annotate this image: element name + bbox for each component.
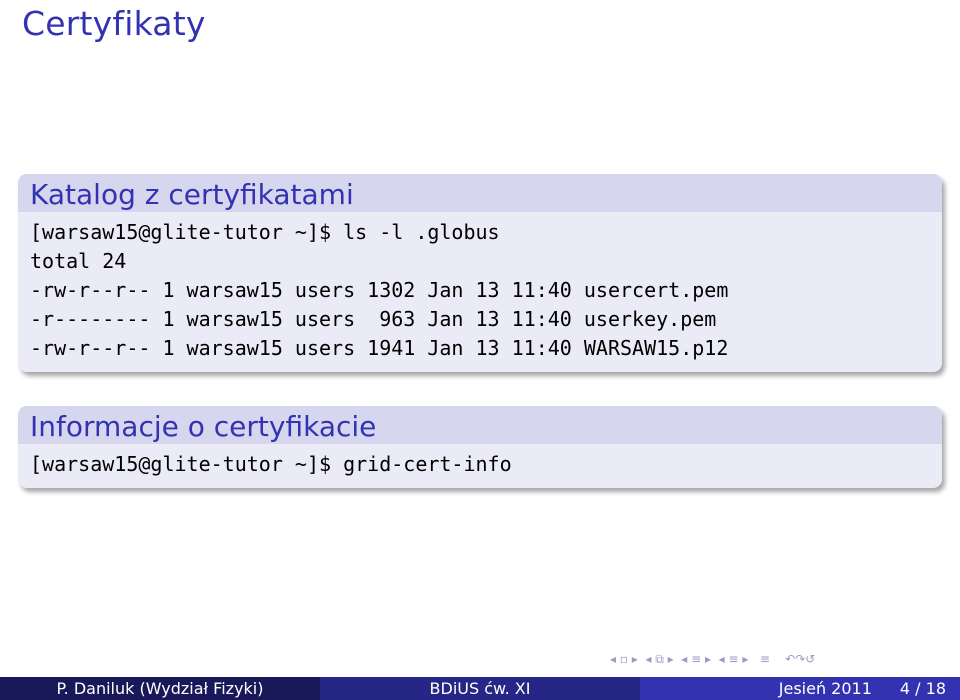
code-line: [warsaw15@glite-tutor ~]$ ls -l .globus [30,220,500,244]
footer-author: P. Daniluk (Wydział Fizyki) [0,677,320,700]
block-heading: Katalog z certyfikatami [18,174,942,212]
footer-date: Jesień 2011 [778,679,872,698]
code-line: -r-------- 1 warsaw15 users 963 Jan 13 1… [30,307,717,331]
code-line: [warsaw15@glite-tutor ~]$ grid-cert-info [30,452,512,476]
block-certificate-directory: Katalog z certyfikatami [warsaw15@glite-… [18,174,942,372]
beamer-navigation-icons[interactable]: ◂ ▫ ▸ ◂ ⧉ ▸ ◂ ≡ ▸ ◂ ≡ ▸ ≡ ↶↷↺ [610,652,815,667]
footer-date-page: Jesień 2011 4 / 18 [640,677,960,700]
code-line: -rw-r--r-- 1 warsaw15 users 1941 Jan 13 … [30,336,729,360]
footer-bar: P. Daniluk (Wydział Fizyki) BDiUS ćw. XI… [0,677,960,700]
slide-title: Certyfikaty [22,4,206,43]
code-line: total 24 [30,249,127,273]
block-heading: Informacje o certyfikacie [18,406,942,444]
block-body: [warsaw15@glite-tutor ~]$ ls -l .globus … [18,212,942,371]
block-certificate-info: Informacje o certyfikacie [warsaw15@glit… [18,406,942,488]
footer-short-title: BDiUS ćw. XI [320,677,640,700]
block-body: [warsaw15@glite-tutor ~]$ grid-cert-info [18,444,942,487]
code-line: -rw-r--r-- 1 warsaw15 users 1302 Jan 13 … [30,278,729,302]
footer-page-number: 4 / 18 [899,679,946,698]
